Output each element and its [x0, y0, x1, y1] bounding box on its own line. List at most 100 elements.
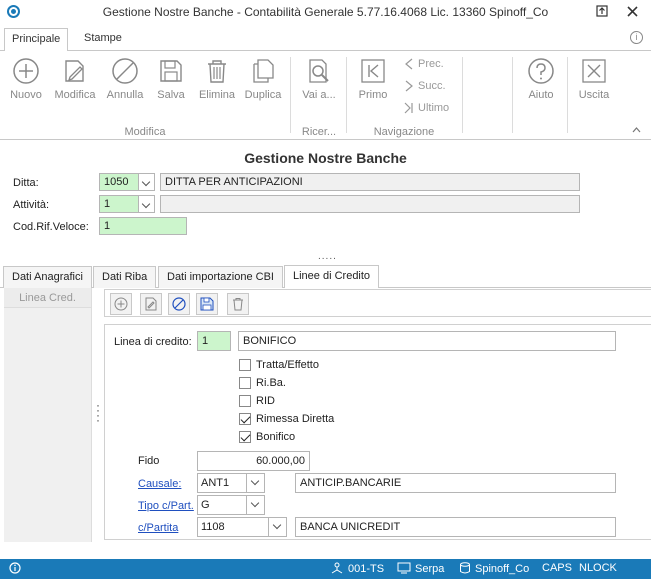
detail-edit-button[interactable]	[140, 293, 162, 315]
ribbon-tab-principale[interactable]: Principale	[4, 28, 69, 51]
fido-input[interactable]: 60.000,00	[197, 451, 310, 471]
cpartita-link[interactable]: c/Partita	[138, 522, 178, 534]
status-company-code: 001-TS	[330, 562, 384, 575]
checkbox-label: RID	[256, 395, 275, 407]
ribbon-separator	[290, 57, 291, 133]
linea-cred-list[interactable]: Linea Cred.	[4, 288, 92, 542]
chevron-down-icon[interactable]	[268, 518, 286, 536]
elimina-button[interactable]: Elimina	[197, 55, 237, 115]
search-doc-icon	[309, 59, 329, 83]
vertical-splitter-grip[interactable]: · · · ·	[96, 399, 100, 426]
detail-save-button[interactable]	[196, 293, 218, 315]
modifica-button[interactable]: Modifica	[53, 55, 97, 115]
save-disk-icon	[160, 60, 182, 82]
first-record-icon	[361, 59, 385, 83]
ribbon-tab-stampe[interactable]: Stampe	[77, 28, 129, 50]
ditta-dropdown-icon[interactable]	[138, 173, 155, 191]
attivita-label: Attività:	[13, 199, 50, 211]
causale-description: ANTICIP.BANCARIE	[295, 473, 616, 493]
linea-credito-code-input[interactable]: 1	[197, 331, 231, 351]
window-title: Gestione Nostre Banche - Contabilità Gen…	[102, 5, 549, 19]
ribbon-separator	[346, 57, 347, 133]
primo-button[interactable]: Primo	[354, 55, 392, 115]
salva-button[interactable]: Salva	[152, 55, 190, 115]
close-icon[interactable]	[621, 2, 643, 22]
causale-link[interactable]: Causale:	[138, 478, 181, 490]
cod-rif-label: Cod.Rif.Veloce:	[13, 221, 89, 233]
ribbon-separator	[567, 57, 568, 133]
group-label-ricerca: Ricer...	[301, 126, 337, 138]
annulla-button[interactable]: Annulla	[104, 55, 146, 115]
tipo-cpart-combo[interactable]: G	[197, 495, 265, 515]
linea-credito-desc-input[interactable]: BONIFICO	[238, 331, 616, 351]
detail-cancel-button[interactable]	[168, 293, 190, 315]
nuovo-button[interactable]: Nuovo	[6, 55, 46, 115]
causale-combo[interactable]: ANT1	[197, 473, 265, 493]
monitor-icon	[397, 562, 411, 574]
trash-icon	[233, 298, 243, 311]
checkbox-rid[interactable]	[239, 395, 251, 407]
ribbon-toolbar: Nuovo Modifica Annulla Salva Elimina Dup…	[0, 50, 651, 140]
prev-record-icon	[405, 58, 413, 70]
last-record-icon	[404, 102, 413, 114]
group-label-navigazione: Navigazione	[373, 126, 435, 138]
trash-icon	[208, 60, 226, 83]
ribbon-separator	[512, 57, 513, 133]
list-column-header: Linea Cred.	[4, 288, 91, 308]
checkbox-label: Rimessa Diretta	[256, 413, 335, 425]
detail-add-button[interactable]	[110, 293, 132, 315]
cpartita-combo[interactable]: 1108	[197, 517, 287, 537]
ribbon-tabs: Principale Stampe i	[0, 28, 651, 51]
network-icon	[331, 562, 343, 574]
tab-strip: Dati Anagrafici Dati Riba Dati importazi…	[0, 264, 651, 288]
collapse-ribbon-icon[interactable]	[632, 125, 641, 136]
tab-dati-riba[interactable]: Dati Riba	[93, 266, 157, 288]
cancel-circle-icon	[172, 297, 186, 311]
attivita-code-input[interactable]: 1	[99, 195, 139, 213]
chevron-down-icon[interactable]	[246, 474, 264, 492]
checkbox-rimessa-diretta[interactable]	[239, 413, 251, 425]
attivita-description	[160, 195, 580, 213]
exit-icon	[582, 59, 606, 83]
plus-circle-icon	[13, 58, 39, 84]
next-record-icon	[405, 80, 413, 92]
tipo-cpart-link[interactable]: Tipo c/Part.	[138, 500, 194, 512]
pin-icon[interactable]	[591, 2, 613, 22]
cpartita-description: BANCA UNICREDIT	[295, 517, 616, 537]
prec-button[interactable]: Prec.	[404, 58, 444, 76]
plus-circle-icon	[114, 297, 128, 311]
cancel-circle-icon	[112, 58, 138, 84]
checkbox-tratta-effetto[interactable]	[239, 359, 251, 371]
splitter-grip[interactable]: .....	[318, 251, 337, 262]
detail-toolbar	[104, 289, 651, 317]
checkbox-riba[interactable]	[239, 377, 251, 389]
form-title: Gestione Nostre Banche	[244, 150, 407, 166]
status-info-icon[interactable]	[9, 562, 25, 575]
succ-button[interactable]: Succ.	[404, 80, 446, 98]
detail-delete-button[interactable]	[227, 293, 249, 315]
edit-pencil-icon	[145, 297, 157, 311]
tab-dati-anagrafici[interactable]: Dati Anagrafici	[3, 266, 92, 288]
cod-rif-input[interactable]: 1	[99, 217, 187, 235]
ditta-code-input[interactable]: 1050	[99, 173, 139, 191]
group-label-modifica: Modifica	[124, 126, 166, 138]
ribbon-separator	[462, 57, 463, 133]
status-nlock: NLOCK	[579, 562, 617, 574]
edit-pencil-icon	[65, 60, 84, 82]
status-server: Serpa	[397, 562, 444, 575]
vai-a-button[interactable]: Vai a...	[297, 55, 341, 115]
info-icon[interactable]: i	[630, 31, 643, 44]
tab-linee-di-credito[interactable]: Linee di Credito	[284, 265, 380, 288]
chevron-down-icon[interactable]	[246, 496, 264, 514]
duplica-button[interactable]: Duplica	[243, 55, 283, 115]
ultimo-button[interactable]: Ultimo	[404, 102, 449, 120]
tab-dati-importazione-cbi[interactable]: Dati importazione CBI	[158, 266, 283, 288]
title-bar: Gestione Nostre Banche - Contabilità Gen…	[0, 0, 651, 24]
ditta-description: DITTA PER ANTICIPAZIONI	[160, 173, 580, 191]
uscita-button[interactable]: Uscita	[574, 55, 614, 115]
aiuto-button[interactable]: Aiuto	[521, 55, 561, 115]
checkbox-bonifico[interactable]	[239, 431, 251, 443]
attivita-dropdown-icon[interactable]	[138, 195, 155, 213]
checkbox-label: Tratta/Effetto	[256, 359, 319, 371]
status-caps: CAPS	[542, 562, 572, 574]
